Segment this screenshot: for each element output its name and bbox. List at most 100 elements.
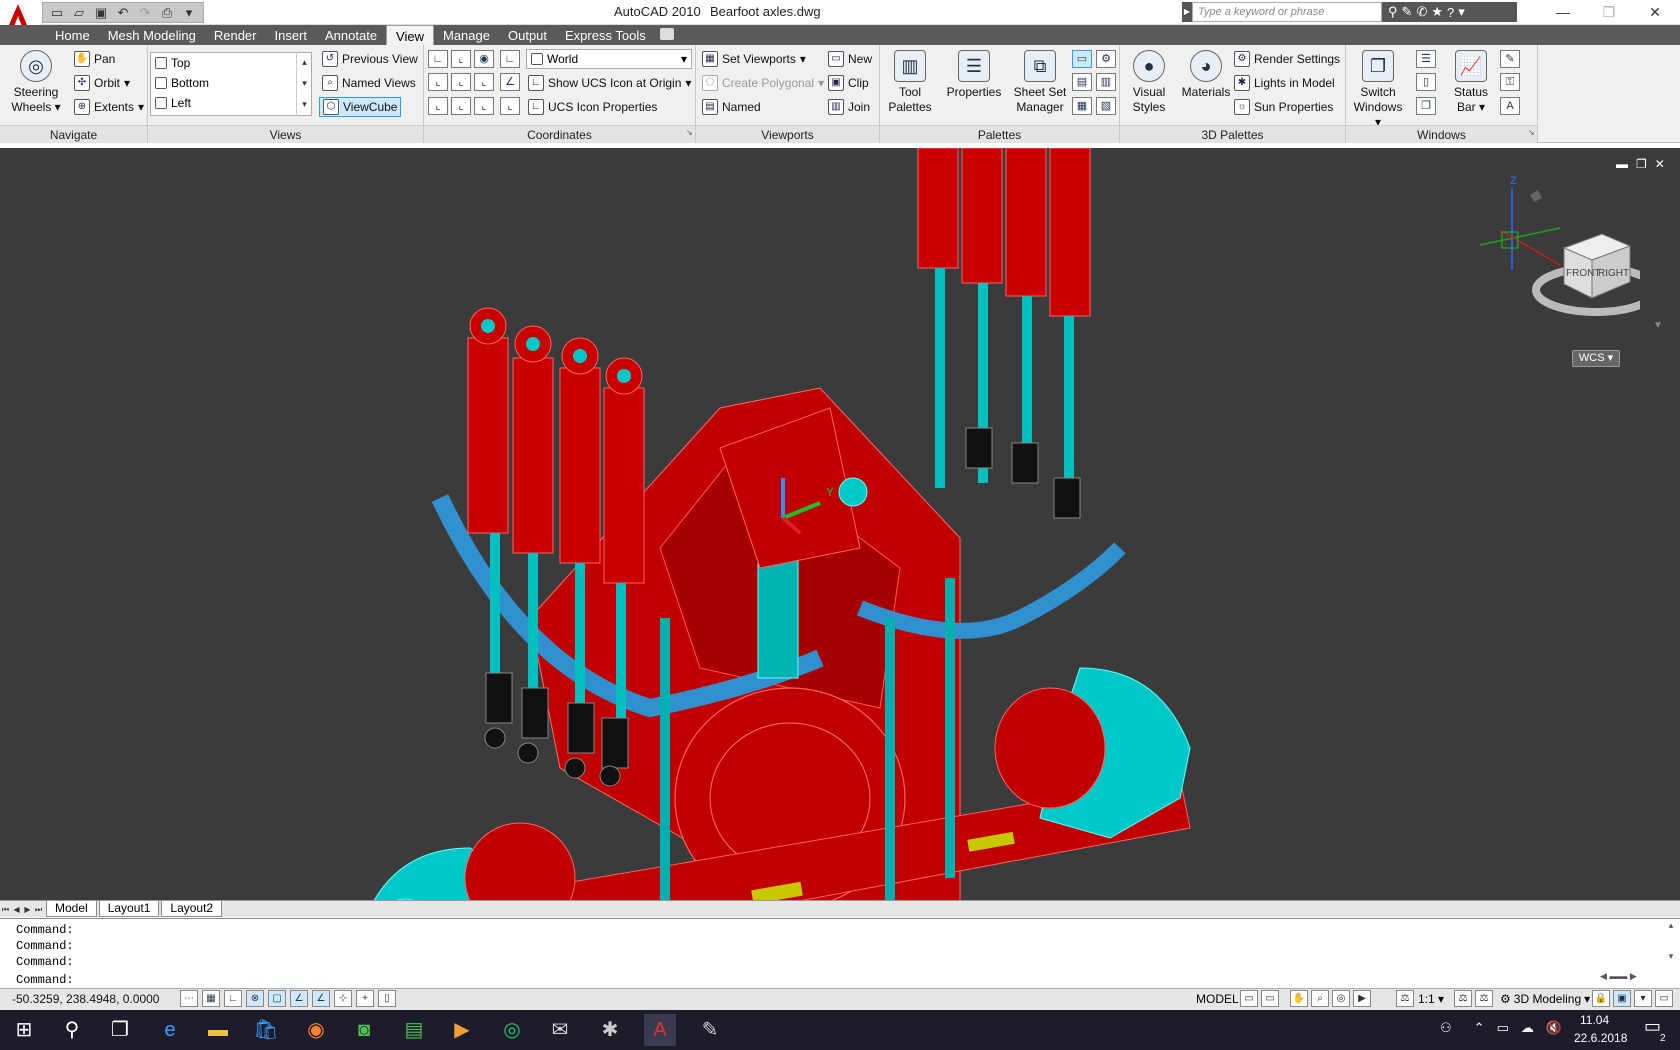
orbit-button[interactable]: ✣ Orbit ▾ xyxy=(74,73,130,93)
visual-styles-button[interactable]: ● Visual Styles xyxy=(1124,50,1174,115)
clean-screen-icon[interactable]: ▭ xyxy=(1655,990,1673,1007)
ucs-icon-1[interactable]: ∟ xyxy=(428,50,448,68)
palette-small-icon-4[interactable]: ▥ xyxy=(1096,73,1116,91)
show-hidden-icons-icon[interactable]: ⌃ xyxy=(1474,1020,1485,1036)
tab-mesh-modeling[interactable]: Mesh Modeling xyxy=(99,25,205,45)
command-input[interactable]: Command: xyxy=(16,973,74,987)
showmotion-icon[interactable]: ▶ xyxy=(1353,990,1371,1007)
quick-properties-icon[interactable]: ▯ xyxy=(378,990,396,1007)
pan-button[interactable]: ✋ Pan xyxy=(74,49,115,69)
lock-toolbar-icon[interactable]: ⚿ xyxy=(1500,73,1520,91)
command-hscrollbar[interactable]: ◀ ▬▬ ▶ xyxy=(1600,971,1660,985)
layout-tab-layout1[interactable]: Layout1 xyxy=(98,901,160,917)
sheet-set-manager-button[interactable]: ⧉ Sheet Set Manager xyxy=(1008,50,1072,115)
tab-home[interactable]: Home xyxy=(46,25,99,45)
annotation-scale[interactable]: 1:1 ▾ xyxy=(1418,992,1444,1006)
viewcube[interactable]: Z FRONT RIGHT xyxy=(1480,170,1640,320)
tile-vertical-icon[interactable]: ▯ xyxy=(1416,73,1436,91)
command-window[interactable]: Command: Command: Command: Command: xyxy=(0,918,1680,988)
subscription-icon[interactable]: ✎ xyxy=(1402,4,1413,20)
notepad-icon[interactable]: ▤ xyxy=(398,1014,430,1046)
plot-icon[interactable]: ⎙ xyxy=(157,4,177,21)
palette-small-icon-1[interactable]: ▭ xyxy=(1072,50,1092,68)
otrack-icon[interactable]: ∠ xyxy=(290,990,308,1007)
spotify-icon[interactable]: ◎ xyxy=(496,1014,528,1046)
annotation-visibility-icon[interactable]: ⚖ xyxy=(1454,990,1472,1007)
tab-insert[interactable]: Insert xyxy=(265,25,316,45)
palette-small-icon-3[interactable]: ▤ xyxy=(1072,73,1092,91)
viewcube-menu-icon[interactable]: ▼ xyxy=(1653,320,1663,331)
osnap-icon[interactable]: ▢ xyxy=(268,990,286,1007)
windows-launcher-icon[interactable]: ↘ xyxy=(1528,128,1535,137)
model-space-toggle[interactable]: MODEL xyxy=(1196,990,1239,1008)
switch-windows-button[interactable]: ❐ Switch Windows ▾ xyxy=(1350,50,1406,130)
polar-icon[interactable]: ⊗ xyxy=(246,990,264,1007)
redo-icon[interactable]: ↷ xyxy=(135,4,155,21)
render-settings-button[interactable]: ⚙ Render Settings xyxy=(1234,49,1340,69)
tab-express-tools[interactable]: Express Tools xyxy=(556,25,655,45)
ducs-icon[interactable]: ∠ xyxy=(312,990,330,1007)
join-viewport-button[interactable]: ▥ Join xyxy=(828,97,870,117)
ucs-world-combo[interactable]: World ▾ xyxy=(526,49,692,69)
auto-scale-icon[interactable]: ⚖ xyxy=(1475,990,1493,1007)
ucs-icon-3[interactable]: ◉ xyxy=(474,50,494,68)
viewport-minimize-icon[interactable]: ▬ xyxy=(1616,157,1628,171)
media-player-icon[interactable]: ▶ xyxy=(446,1014,478,1046)
ribbon-minimize-icon[interactable] xyxy=(660,28,674,40)
create-polygonal-button[interactable]: ⬠ Create Polygonal ▾ xyxy=(702,73,824,93)
onedrive-icon[interactable]: ☁ xyxy=(1521,1020,1534,1036)
quick-view-layouts-icon[interactable]: ▭ xyxy=(1240,990,1258,1007)
help-icon[interactable]: ? xyxy=(1447,5,1454,20)
task-view-icon[interactable]: ❐ xyxy=(104,1014,136,1046)
grid-icon[interactable]: ▦ xyxy=(202,990,220,1007)
ucs-icon-5[interactable]: ⌞ xyxy=(428,73,448,91)
ucs-icon-11[interactable]: ⌞ xyxy=(474,97,494,115)
palette-small-icon-2[interactable]: ⚙ xyxy=(1096,50,1116,68)
views-list[interactable]: Top Bottom Left xyxy=(150,52,312,116)
communication-icon[interactable]: ✆ xyxy=(1416,4,1427,20)
paint-app-icon[interactable]: ✎ xyxy=(694,1014,726,1046)
dyn-icon[interactable]: ⊹ xyxy=(334,990,352,1007)
open-file-icon[interactable]: ▱ xyxy=(69,4,89,21)
layout-tab-layout2[interactable]: Layout2 xyxy=(161,901,223,917)
viewcube-front-face[interactable]: FRONT xyxy=(1566,268,1600,279)
undo-icon[interactable]: ↶ xyxy=(113,4,133,21)
binoculars-icon[interactable]: ⚲ xyxy=(1388,4,1398,20)
help-dropdown-icon[interactable]: ▾ xyxy=(1458,4,1465,20)
tab-output[interactable]: Output xyxy=(499,25,556,45)
people-icon[interactable]: ⚇ xyxy=(1440,1020,1452,1036)
named-views-button[interactable]: ⌕ Named Views xyxy=(322,73,416,93)
coordinate-readout[interactable]: -50.3259, 238.4948, 0.0000 xyxy=(12,992,159,1006)
clip-viewport-button[interactable]: ▣ Clip xyxy=(828,73,869,93)
steering-wheels-button[interactable]: ◎ Steering Wheels ▾ xyxy=(8,50,64,115)
materials-button[interactable]: ◕ Materials xyxy=(1176,50,1236,100)
lights-in-model-button[interactable]: ✱ Lights in Model xyxy=(1234,73,1335,93)
viewcube-toggle-button[interactable]: ⬡ ViewCube xyxy=(319,97,402,117)
viewport-restore-icon[interactable]: ❐ xyxy=(1636,157,1647,171)
status-menu-icon[interactable]: ▾ xyxy=(1634,990,1652,1007)
tool-palettes-button[interactable]: ▥ Tool Palettes xyxy=(886,50,934,115)
ucs-icon-7[interactable]: ⌞ xyxy=(474,73,494,91)
search-input[interactable]: Type a keyword or phrase xyxy=(1192,2,1382,22)
wcs-menu-button[interactable]: WCS ▾ xyxy=(1572,350,1620,367)
tab-view[interactable]: View xyxy=(386,25,434,45)
zoom-status-icon[interactable]: ⌕ xyxy=(1311,990,1329,1007)
file-explorer-icon[interactable]: ▬ xyxy=(202,1014,234,1046)
named-viewports-button[interactable]: ▤ Named xyxy=(702,97,761,117)
last-layout-icon[interactable]: ⏭ xyxy=(33,903,44,916)
previous-view-button[interactable]: ↺ Previous View xyxy=(322,49,418,69)
ucs-icon-8[interactable]: ∠ xyxy=(500,73,520,91)
viewport-close-icon[interactable]: ✕ xyxy=(1655,157,1665,171)
text-window-icon[interactable]: A xyxy=(1500,97,1520,115)
mail-icon[interactable]: ✉ xyxy=(544,1014,576,1046)
next-layout-icon[interactable]: ▶ xyxy=(22,903,33,916)
coordinates-launcher-icon[interactable]: ↘ xyxy=(686,128,693,137)
ucs-icon-9[interactable]: ⌞ xyxy=(428,97,448,115)
qat-dropdown-icon[interactable]: ▾ xyxy=(179,4,199,21)
ucs-icon-6[interactable]: ⌞ xyxy=(451,73,471,91)
edge-browser-icon[interactable]: e xyxy=(154,1014,186,1046)
ucs-icon-10[interactable]: ⌞ xyxy=(451,97,471,115)
minimize-window-icon[interactable]: — xyxy=(1540,0,1586,25)
new-viewport-button[interactable]: ▭ New xyxy=(828,49,872,69)
search-icon[interactable]: ⚲ xyxy=(56,1014,88,1046)
